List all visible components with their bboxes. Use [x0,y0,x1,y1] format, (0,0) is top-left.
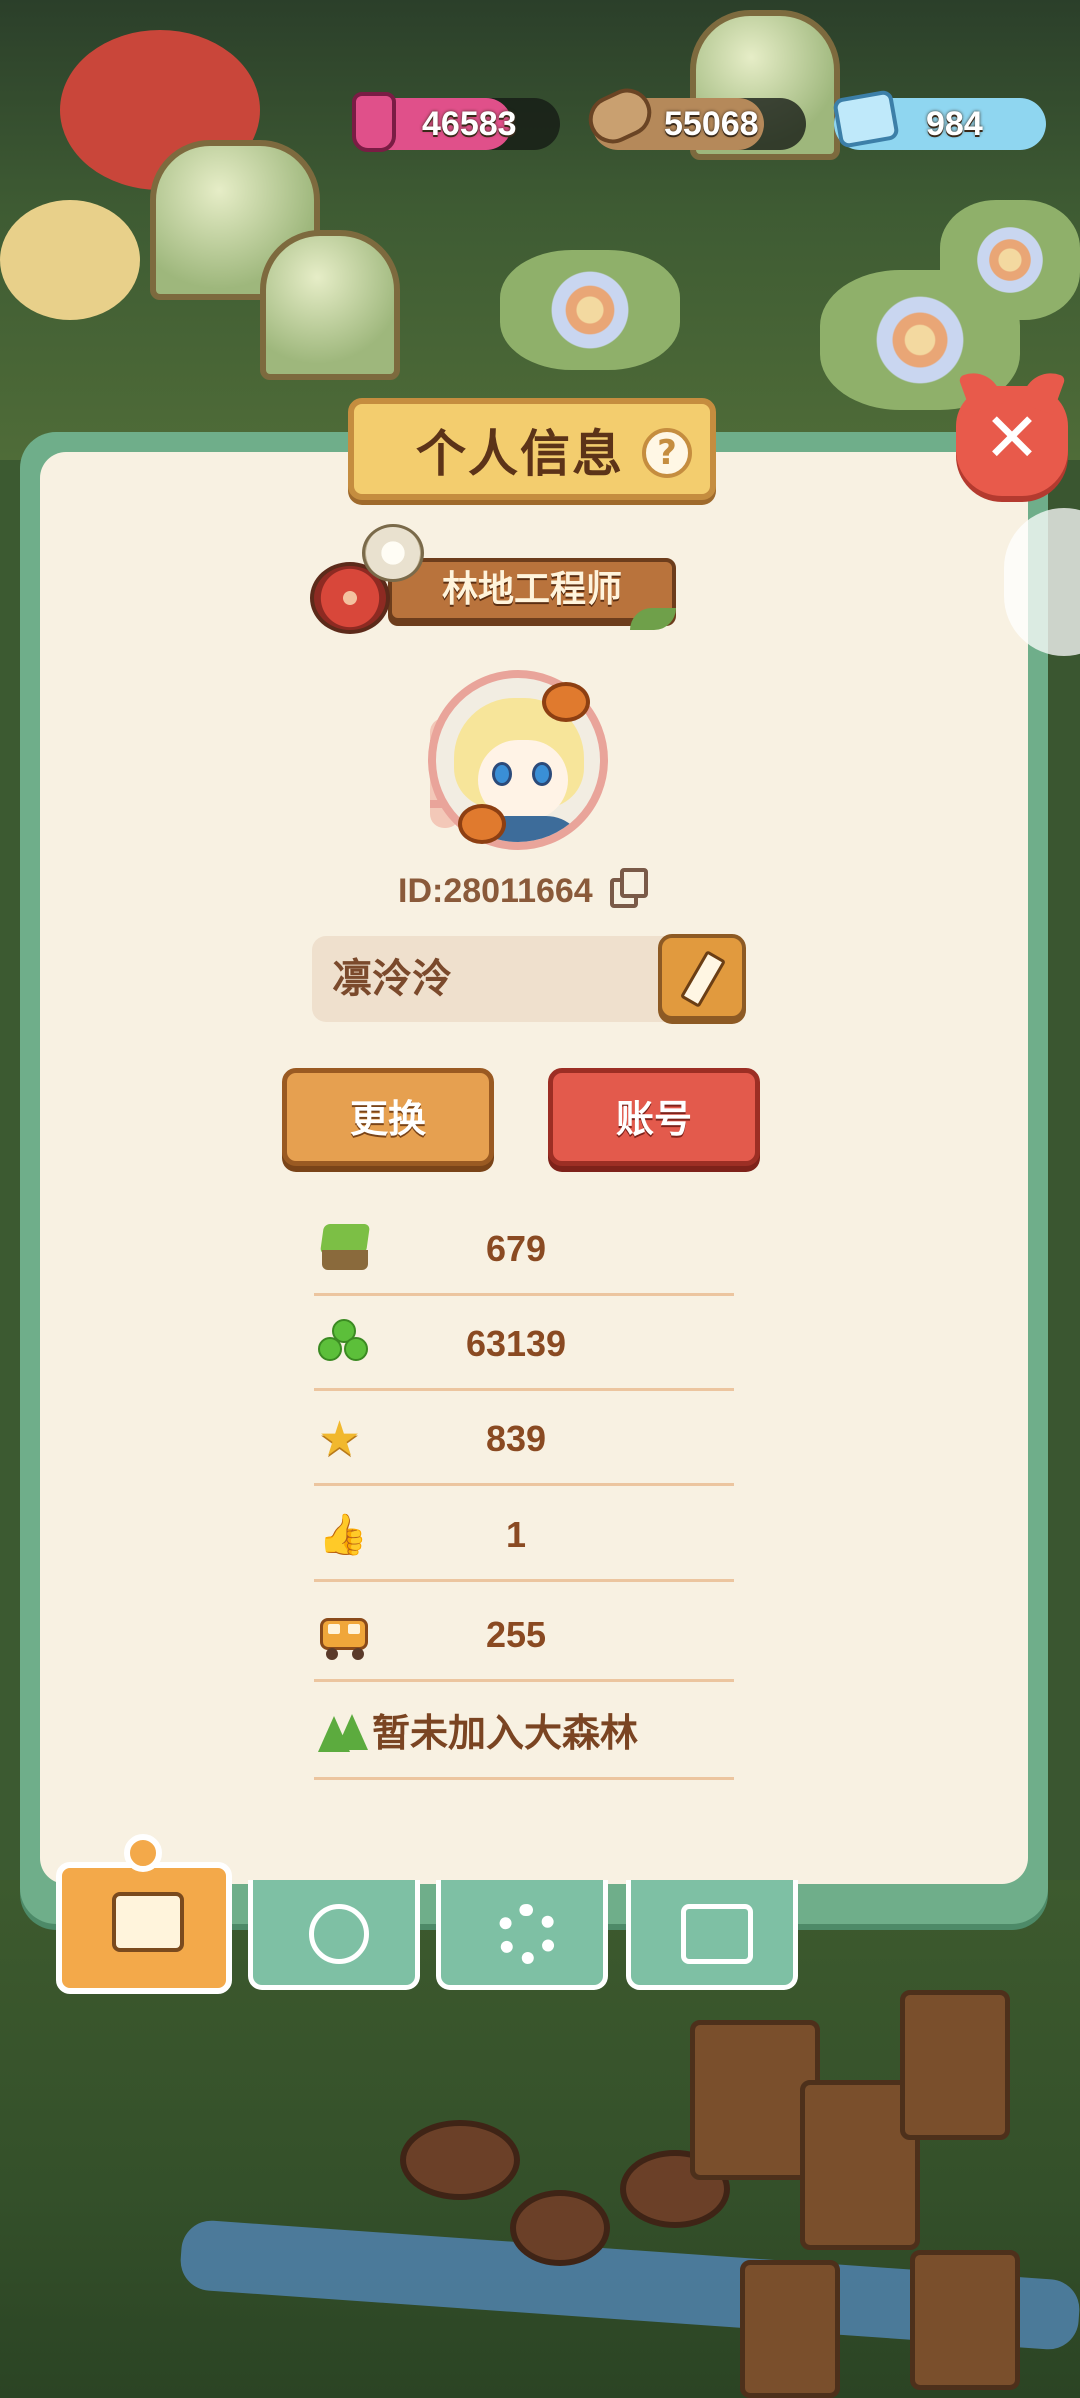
edit-name-button[interactable] [658,934,746,1020]
persimmon-decoration [458,804,506,844]
ink-value: 46583 [422,105,517,143]
stat-value: 63139 [465,1323,567,1364]
copy-icon[interactable] [610,868,650,910]
close-button[interactable]: ✕ [956,365,1068,496]
rank-title-text: 林地工程师 [441,569,622,610]
tree-icon [318,1708,370,1758]
account-button[interactable]: 账号 [548,1068,760,1166]
rank-title-badge[interactable]: 林地工程师 [310,524,690,640]
ink-bottle-icon [352,92,396,152]
gear-icon [497,1904,557,1964]
tree-shape [336,1714,368,1750]
greenhouse-dome [260,230,400,380]
stat-row-land: 679 [314,1202,734,1296]
stat-value: 1 [505,1514,527,1555]
stat-value: 679 [485,1228,547,1269]
planter-stand [900,1990,1010,2140]
ink-resource-counter[interactable]: 46583 [352,92,560,152]
white-rose-icon [362,524,424,582]
stat-row-clover: 63139 [314,1297,734,1391]
stat-row-stars: ★ 839 [314,1392,734,1486]
diamond-plus-icon [832,89,900,149]
photo-album-icon [681,1904,753,1964]
help-button[interactable]: ? [642,428,692,478]
copy-icon-front [620,868,648,898]
close-icon: ✕ [983,399,1041,478]
forest-status-text: 暂未加入大森林 [372,1711,639,1755]
panel-title-plate: 个人信息 ? [348,398,716,500]
badge-icon [309,1904,369,1964]
pencil-icon [679,950,727,1008]
player-name: 凛泠泠 [332,956,452,1002]
plant-pot [510,2190,610,2266]
planter-stand [910,2250,1020,2390]
tab-album[interactable] [626,1880,798,1990]
diamond-value: 984 [926,105,983,143]
stat-value: 839 [485,1418,547,1459]
avatar-eye [492,762,512,786]
tab-hanger [124,1834,162,1872]
wood-value: 55068 [664,105,759,143]
player-id: ID:28011664 [398,872,593,910]
change-avatar-button[interactable]: 更换 [282,1068,494,1166]
flower-bed [940,200,1080,320]
stat-row-likes: 👍 1 [314,1488,734,1582]
planter-stand [740,2260,840,2398]
tab-profile[interactable] [56,1834,232,1994]
panel-title: 个人信息 [416,425,624,483]
plant-pot [400,2120,520,2200]
orange-slice-decoration [0,200,140,320]
rank-title-banner: 林地工程师 [388,558,676,622]
forest-status-row[interactable]: 暂未加入大森林 [314,1686,734,1780]
tab-badges[interactable] [248,1880,420,1990]
diamond-resource-counter[interactable]: 984 [832,89,1046,150]
wood-resource-counter[interactable]: 55068 [580,80,806,152]
profile-card-icon [112,1892,184,1952]
stat-value: 255 [485,1614,547,1655]
avatar-eye [532,762,552,786]
flower-bed [500,250,680,370]
tab-settings[interactable] [436,1880,608,1990]
stat-row-bus: 255 [314,1588,734,1682]
persimmon-decoration [542,682,590,722]
